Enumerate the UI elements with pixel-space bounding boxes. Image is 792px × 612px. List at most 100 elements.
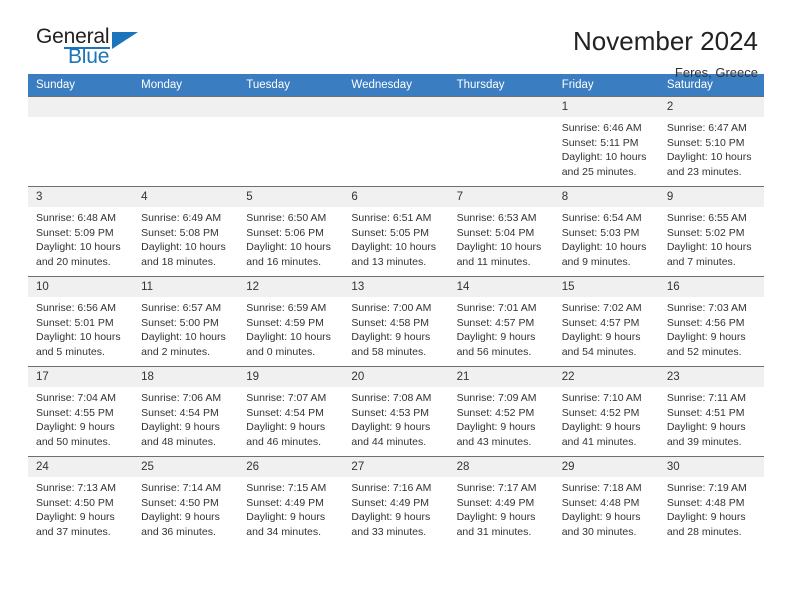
day-number: 29	[553, 457, 659, 477]
page-header: General Blue November 2024 Feres, Greece	[28, 0, 764, 81]
daylight-text: Daylight: 10 hours and 13 minutes.	[351, 241, 437, 268]
day-number: 9	[658, 187, 764, 207]
day-cell-inner: 25 Sunrise: 7:14 AM Sunset: 4:50 PM Dayligh…	[133, 457, 239, 547]
daylight-text: Daylight: 9 hours and 41 minutes.	[561, 421, 641, 448]
sunrise-text: Sunrise: 6:47 AM	[666, 122, 747, 134]
sunset-text: Sunset: 4:50 PM	[141, 496, 219, 509]
day-details: Sunrise: 6:47 AM Sunset: 5:10 PM Daylight:…	[659, 117, 764, 179]
calendar-day-cell[interactable]: 30 Sunrise: 7:19 AM Sunset: 4:48 PM Dayligh…	[658, 456, 764, 547]
day-number: 14	[448, 277, 554, 297]
weekday-header-monday: Monday	[133, 74, 239, 97]
calendar-day-cell[interactable]: 25 Sunrise: 7:14 AM Sunset: 4:50 PM Dayligh…	[133, 456, 239, 547]
day-cell-inner: 1 Sunrise: 6:46 AM Sunset: 5:11 PM Daylight…	[553, 97, 659, 186]
calendar-day-cell[interactable]: 3 Sunrise: 6:48 AM Sunset: 5:09 PM Daylight…	[28, 186, 134, 277]
calendar-day-cell[interactable]: 29 Sunrise: 7:18 AM Sunset: 4:48 PM Dayligh…	[553, 456, 659, 547]
sunset-text: Sunset: 4:49 PM	[456, 496, 535, 509]
daylight-text: Daylight: 9 hours and 58 minutes.	[351, 331, 431, 358]
calendar-day-cell[interactable]: 17 Sunrise: 7:04 AM Sunset: 4:55 PM Dayligh…	[28, 366, 134, 457]
sunset-text: Sunset: 5:04 PM	[456, 226, 535, 239]
sunrise-text: Sunrise: 7:16 AM	[351, 482, 432, 494]
logo-text-blue: Blue	[68, 45, 110, 68]
day-details: Sunrise: 7:06 AM Sunset: 4:54 PM Daylight:…	[133, 387, 238, 449]
calendar-day-cell-empty	[448, 96, 554, 187]
calendar-day-cell[interactable]: 5 Sunrise: 6:50 AM Sunset: 5:06 PM Daylight…	[238, 186, 344, 277]
day-number: 11	[133, 277, 239, 297]
calendar-day-cell-empty	[238, 96, 344, 187]
day-details: Sunrise: 6:57 AM Sunset: 5:00 PM Daylight:…	[133, 297, 238, 359]
calendar-day-cell[interactable]: 18 Sunrise: 7:06 AM Sunset: 4:54 PM Dayligh…	[133, 366, 239, 457]
day-number: 12	[238, 277, 344, 297]
calendar-day-cell[interactable]: 4 Sunrise: 6:49 AM Sunset: 5:08 PM Daylight…	[133, 186, 239, 277]
day-number: 5	[238, 187, 344, 207]
calendar-day-cell[interactable]: 11 Sunrise: 6:57 AM Sunset: 5:00 PM Dayligh…	[133, 276, 239, 367]
sunset-text: Sunset: 4:57 PM	[561, 316, 640, 329]
calendar-day-cell[interactable]: 21 Sunrise: 7:09 AM Sunset: 4:52 PM Dayligh…	[448, 366, 554, 457]
sunrise-text: Sunrise: 6:54 AM	[561, 212, 642, 224]
day-number: 16	[658, 277, 764, 297]
day-number	[133, 97, 239, 117]
calendar-day-cell[interactable]: 10 Sunrise: 6:56 AM Sunset: 5:01 PM Dayligh…	[28, 276, 134, 367]
calendar-day-cell[interactable]: 26 Sunrise: 7:15 AM Sunset: 4:49 PM Dayligh…	[238, 456, 344, 547]
day-number: 25	[133, 457, 239, 477]
sunset-text: Sunset: 4:54 PM	[246, 406, 324, 419]
calendar-day-cell[interactable]: 8 Sunrise: 6:54 AM Sunset: 5:03 PM Daylight…	[553, 186, 659, 277]
day-details: Sunrise: 7:03 AM Sunset: 4:56 PM Daylight:…	[659, 297, 764, 359]
daylight-text: Daylight: 9 hours and 39 minutes.	[666, 421, 746, 448]
calendar-day-cell[interactable]: 16 Sunrise: 7:03 AM Sunset: 4:56 PM Dayligh…	[658, 276, 764, 367]
sunrise-text: Sunrise: 6:48 AM	[36, 212, 116, 224]
day-details: Sunrise: 7:01 AM Sunset: 4:57 PM Daylight:…	[449, 297, 554, 359]
day-cell-inner: 2 Sunrise: 6:47 AM Sunset: 5:10 PM Daylight…	[658, 97, 764, 186]
day-details: Sunrise: 7:10 AM Sunset: 4:52 PM Daylight:…	[554, 387, 659, 449]
day-number: 3	[28, 187, 134, 207]
calendar-day-cell[interactable]: 27 Sunrise: 7:16 AM Sunset: 4:49 PM Dayligh…	[343, 456, 449, 547]
sunrise-text: Sunrise: 6:59 AM	[246, 302, 327, 314]
calendar-day-cell[interactable]: 6 Sunrise: 6:51 AM Sunset: 5:05 PM Daylight…	[343, 186, 449, 277]
day-details: Sunrise: 6:46 AM Sunset: 5:11 PM Daylight:…	[554, 117, 659, 179]
day-cell-inner: 6 Sunrise: 6:51 AM Sunset: 5:05 PM Daylight…	[343, 187, 449, 276]
day-details: Sunrise: 6:54 AM Sunset: 5:03 PM Daylight:…	[554, 207, 659, 269]
calendar-day-cell[interactable]: 22 Sunrise: 7:10 AM Sunset: 4:52 PM Dayligh…	[553, 366, 659, 457]
daylight-text: Daylight: 9 hours and 33 minutes.	[351, 511, 431, 538]
sunrise-text: Sunrise: 6:50 AM	[246, 212, 327, 224]
calendar-day-cell[interactable]: 2 Sunrise: 6:47 AM Sunset: 5:10 PM Daylight…	[658, 96, 764, 187]
calendar-day-cell[interactable]: 15 Sunrise: 7:02 AM Sunset: 4:57 PM Dayligh…	[553, 276, 659, 367]
day-cell-inner: 14 Sunrise: 7:01 AM Sunset: 4:57 PM Dayligh…	[448, 277, 554, 366]
sunrise-text: Sunrise: 7:00 AM	[351, 302, 432, 314]
day-cell-inner: 21 Sunrise: 7:09 AM Sunset: 4:52 PM Dayligh…	[448, 367, 554, 456]
sunset-text: Sunset: 4:53 PM	[351, 406, 430, 419]
day-number: 18	[133, 367, 239, 387]
calendar-day-cell[interactable]: 14 Sunrise: 7:01 AM Sunset: 4:57 PM Dayligh…	[448, 276, 554, 367]
sunrise-text: Sunrise: 7:19 AM	[666, 482, 747, 494]
day-details: Sunrise: 6:48 AM Sunset: 5:09 PM Daylight:…	[28, 207, 133, 269]
daylight-text: Daylight: 10 hours and 23 minutes.	[666, 151, 752, 178]
calendar-day-cell[interactable]: 20 Sunrise: 7:08 AM Sunset: 4:53 PM Dayligh…	[343, 366, 449, 457]
daylight-text: Daylight: 10 hours and 16 minutes.	[246, 241, 331, 268]
weekday-header-tuesday: Tuesday	[238, 74, 344, 97]
day-number: 27	[343, 457, 449, 477]
calendar-day-cell[interactable]: 12 Sunrise: 6:59 AM Sunset: 4:59 PM Dayligh…	[238, 276, 344, 367]
day-number: 10	[28, 277, 134, 297]
daylight-text: Daylight: 9 hours and 30 minutes.	[561, 511, 641, 538]
day-number	[238, 97, 344, 117]
calendar-day-cell[interactable]: 23 Sunrise: 7:11 AM Sunset: 4:51 PM Dayligh…	[658, 366, 764, 457]
calendar-day-cell[interactable]: 1 Sunrise: 6:46 AM Sunset: 5:11 PM Daylight…	[553, 96, 659, 187]
day-number: 30	[658, 457, 764, 477]
calendar-day-cell[interactable]: 19 Sunrise: 7:07 AM Sunset: 4:54 PM Dayligh…	[238, 366, 344, 457]
location-label: Feres, Greece	[674, 65, 758, 80]
triangle-icon	[112, 32, 138, 49]
sunrise-text: Sunrise: 6:56 AM	[36, 302, 116, 314]
day-number: 6	[343, 187, 449, 207]
day-cell-inner: 28 Sunrise: 7:17 AM Sunset: 4:49 PM Dayligh…	[448, 457, 554, 547]
day-cell-inner: 27 Sunrise: 7:16 AM Sunset: 4:49 PM Dayligh…	[343, 457, 449, 547]
sunrise-text: Sunrise: 7:06 AM	[141, 392, 222, 404]
calendar-day-cell[interactable]: 13 Sunrise: 7:00 AM Sunset: 4:58 PM Dayligh…	[343, 276, 449, 367]
calendar-day-cell[interactable]: 9 Sunrise: 6:55 AM Sunset: 5:02 PM Daylight…	[658, 186, 764, 277]
day-cell-inner	[28, 97, 134, 186]
calendar-day-cell[interactable]: 24 Sunrise: 7:13 AM Sunset: 4:50 PM Dayligh…	[28, 456, 134, 547]
day-cell-inner: 20 Sunrise: 7:08 AM Sunset: 4:53 PM Dayligh…	[343, 367, 449, 456]
calendar-day-cell-empty	[28, 96, 134, 187]
calendar-day-cell[interactable]: 7 Sunrise: 6:53 AM Sunset: 5:04 PM Daylight…	[448, 186, 554, 277]
day-number: 26	[238, 457, 344, 477]
sunrise-text: Sunrise: 7:07 AM	[246, 392, 327, 404]
calendar-day-cell[interactable]: 28 Sunrise: 7:17 AM Sunset: 4:49 PM Dayligh…	[448, 456, 554, 547]
